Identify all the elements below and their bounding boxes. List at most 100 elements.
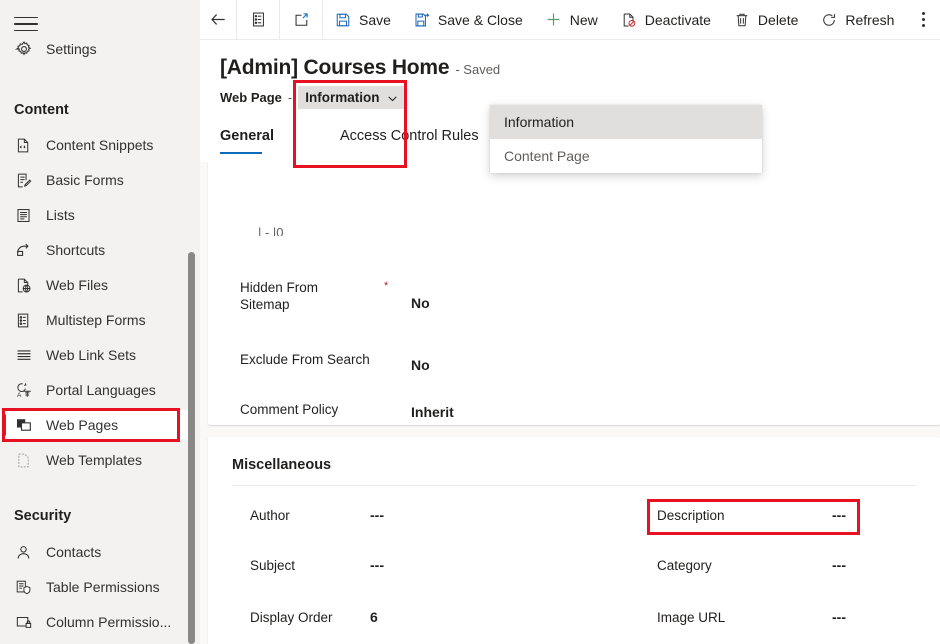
field-value: No: [411, 357, 430, 374]
breadcrumb: Web Page - Information: [220, 86, 406, 109]
field-label: Description: [657, 507, 832, 524]
sidebar-item-label: Multistep Forms: [46, 313, 146, 327]
page-title: [Admin] Courses Home- Saved: [220, 56, 500, 80]
sidebar-item-label: Web Files: [46, 278, 108, 292]
button-label: Refresh: [845, 12, 894, 28]
field-label-text: Hidden From Sitemap: [240, 280, 318, 312]
multistep-form-icon: [14, 311, 33, 330]
web-file-icon: [14, 276, 33, 295]
tab-access-control-rules[interactable]: Access Control Rules: [288, 118, 493, 154]
field-label: Subject: [250, 557, 370, 574]
delete-button[interactable]: Delete: [722, 0, 809, 40]
field-image-url[interactable]: Image URL ---: [657, 609, 846, 626]
sidebar-item-web-templates[interactable]: Web Templates: [0, 445, 200, 475]
hamburger-icon[interactable]: [14, 12, 42, 36]
sidebar-item-basic-forms[interactable]: Basic Forms: [0, 165, 200, 195]
pages-stack-icon: [14, 416, 33, 435]
form-section-miscellaneous: Miscellaneous Author --- Subject --- Dis…: [208, 437, 940, 644]
column-lock-icon: [14, 613, 33, 632]
option-label: Content Page: [504, 148, 590, 164]
field-subject[interactable]: Subject ---: [250, 557, 384, 574]
field-label: Hidden From Sitemap *: [240, 279, 348, 313]
field-label: Category: [657, 557, 832, 574]
more-vertical-icon[interactable]: [906, 0, 940, 40]
deactivate-icon: [620, 11, 638, 29]
tab-general[interactable]: General: [220, 118, 288, 154]
save-and-close-button[interactable]: Save & Close: [402, 0, 534, 40]
list-icon: [14, 206, 33, 225]
field-category[interactable]: Category ---: [657, 557, 846, 574]
field-display-order[interactable]: Display Order 6: [250, 609, 378, 626]
field-value: Inherit: [411, 404, 454, 421]
section-title: Miscellaneous: [232, 457, 331, 473]
command-bar: Save Save & Close New: [200, 0, 940, 40]
field-value: ---: [370, 557, 384, 574]
dropdown-option-content-page[interactable]: Content Page: [490, 139, 762, 173]
field-value: ---: [370, 507, 384, 524]
sidebar-item-column-permissions[interactable]: Column Permissio...: [0, 607, 200, 637]
dropdown-option-information[interactable]: Information: [490, 105, 762, 139]
tab-label: Access Control Rules: [340, 128, 479, 144]
open-in-new-icon[interactable]: [280, 0, 322, 40]
partial-row-text: | - |0: [258, 227, 284, 236]
sidebar-item-label: Content Snippets: [46, 138, 153, 152]
link-lines-icon: [14, 346, 33, 365]
sidebar-item-label: Contacts: [46, 545, 101, 559]
field-comment-policy[interactable]: Comment Policy Inherit: [240, 401, 454, 418]
sidebar-item-label: Shortcuts: [46, 243, 105, 257]
field-value: 6: [370, 609, 378, 626]
form-selector-button[interactable]: Information: [298, 86, 406, 109]
field-hidden-from-sitemap[interactable]: Hidden From Sitemap * No: [240, 279, 430, 313]
field-author[interactable]: Author ---: [250, 507, 384, 524]
sidebar-item-table-permissions[interactable]: Table Permissions: [0, 572, 200, 602]
main-region: Save Save & Close New: [200, 0, 940, 644]
button-label: Save & Close: [438, 12, 523, 28]
sidebar-section-content: Content: [0, 96, 200, 124]
sidebar-item-label: Lists: [46, 208, 75, 222]
svg-text:A: A: [16, 392, 21, 399]
form-edit-icon: [14, 171, 33, 190]
divider: [232, 485, 916, 486]
field-value: No: [411, 295, 430, 312]
person-icon: [14, 543, 33, 562]
button-label: Save: [359, 12, 391, 28]
language-icon: A: [14, 381, 33, 400]
new-button[interactable]: New: [534, 0, 609, 40]
back-arrow-icon[interactable]: [200, 0, 236, 40]
sidebar-item-shortcuts[interactable]: Shortcuts: [0, 235, 200, 265]
form-selector-dropdown[interactable]: Information Content Page: [490, 105, 762, 173]
sidebar-item-multistep-forms[interactable]: Multistep Forms: [0, 305, 200, 335]
sidebar-item-label: Web Templates: [46, 453, 142, 467]
sidebar-item-content-snippets[interactable]: Content Snippets: [0, 130, 200, 160]
field-description[interactable]: Description ---: [657, 507, 846, 524]
field-label: Comment Policy: [240, 401, 380, 418]
field-value: ---: [832, 557, 846, 574]
plus-icon: [545, 11, 563, 29]
entity-name: Web Page: [220, 90, 282, 105]
sidebar-item-web-files[interactable]: Web Files: [0, 270, 200, 300]
sidebar-item-web-pages[interactable]: Web Pages: [0, 410, 188, 440]
sidebar-item-contacts[interactable]: Contacts: [0, 537, 200, 567]
sidebar-item-label: Basic Forms: [46, 173, 124, 187]
trash-icon: [733, 11, 751, 29]
deactivate-button[interactable]: Deactivate: [609, 0, 722, 40]
save-button[interactable]: Save: [323, 0, 402, 40]
save-and-close-icon: [413, 11, 431, 29]
sidebar-item-lists[interactable]: Lists: [0, 200, 200, 230]
refresh-button[interactable]: Refresh: [809, 0, 905, 40]
sidebar-item-label: Table Permissions: [46, 580, 160, 594]
button-label: New: [570, 12, 598, 28]
saved-status: - Saved: [455, 62, 500, 77]
sidebar-item-portal-languages[interactable]: A Portal Languages: [0, 375, 200, 405]
sidebar-item-settings[interactable]: Settings: [0, 34, 200, 64]
sidebar-item-web-link-sets[interactable]: Web Link Sets: [0, 340, 200, 370]
sidebar-scrollbar-thumb[interactable]: [188, 252, 195, 644]
field-label: Display Order: [250, 609, 370, 626]
field-label: Exclude From Search: [240, 351, 380, 368]
sidebar-scrollbar[interactable]: [186, 0, 198, 644]
code-file-icon: [14, 136, 33, 155]
form-list-icon[interactable]: [237, 0, 279, 40]
button-label: Deactivate: [645, 12, 711, 28]
tab-label: General: [220, 128, 274, 144]
field-exclude-from-search[interactable]: Exclude From Search No: [240, 351, 430, 368]
